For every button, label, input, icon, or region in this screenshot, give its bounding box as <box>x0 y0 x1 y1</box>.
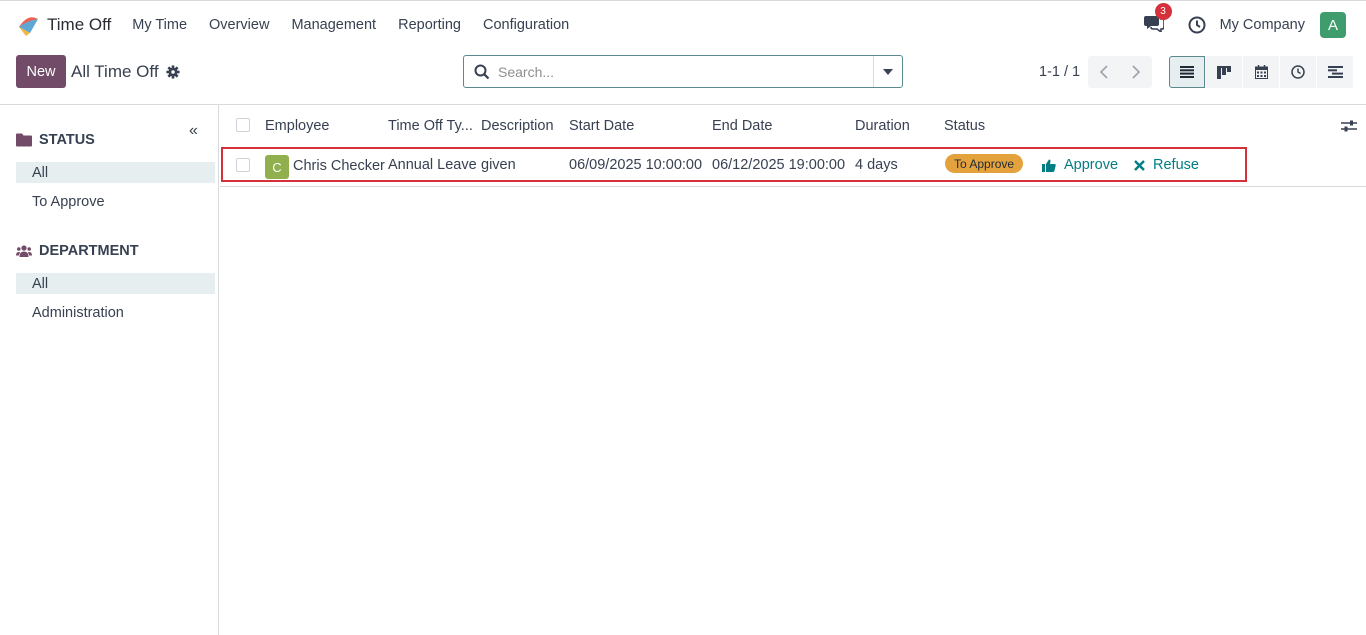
cell-end-date[interactable]: 06/12/2025 19:00:00 <box>712 157 845 173</box>
department-filter-administration[interactable]: Administration <box>16 302 215 323</box>
menu-reporting[interactable]: Reporting <box>398 17 461 33</box>
status-section-title: STATUS <box>16 132 95 148</box>
view-switcher <box>1169 56 1354 88</box>
cell-time-off-type[interactable]: Annual Leave <box>388 157 477 173</box>
column-header-employee[interactable]: Employee <box>265 118 329 134</box>
time-off-app-icon <box>19 16 38 36</box>
calendar-icon <box>1254 65 1268 79</box>
refuse-label: Refuse <box>1153 157 1199 173</box>
page-title: All Time Off <box>71 62 159 81</box>
column-header-end-date[interactable]: End Date <box>712 118 772 134</box>
column-header-description[interactable]: Description <box>481 118 554 134</box>
column-header-time-off-type[interactable]: Time Off Ty... <box>388 118 473 134</box>
department-title-label: DEPARTMENT <box>39 243 139 259</box>
list-view-button[interactable] <box>1169 56 1205 88</box>
cell-employee[interactable]: Chris Checker <box>293 158 385 174</box>
column-header-status[interactable]: Status <box>944 118 985 134</box>
chevron-left-icon <box>1100 65 1108 79</box>
main-menu: My Time Overview Management Reporting Co… <box>132 17 591 33</box>
search-bar <box>463 55 903 88</box>
search-icon <box>474 64 490 79</box>
column-header-duration[interactable]: Duration <box>855 118 910 134</box>
activity-clock-icon[interactable] <box>1188 16 1206 34</box>
menu-management[interactable]: Management <box>291 17 376 33</box>
cell-start-date[interactable]: 06/09/2025 10:00:00 <box>569 157 702 173</box>
top-navbar: Time Off My Time Overview Management Rep… <box>0 0 1366 48</box>
gantt-icon <box>1327 66 1343 78</box>
status-badge: To Approve <box>945 154 1024 173</box>
cell-description[interactable]: given <box>481 157 516 173</box>
pager-value[interactable]: 1-1 / 1 <box>1039 64 1080 80</box>
list-icon <box>1180 66 1194 78</box>
column-header-start-date[interactable]: Start Date <box>569 118 634 134</box>
row-checkbox[interactable] <box>236 158 250 172</box>
user-avatar[interactable]: A <box>1320 12 1346 38</box>
activity-view-button[interactable] <box>1280 56 1316 88</box>
messaging-button[interactable]: 3 <box>1143 3 1172 36</box>
select-all-checkbox[interactable] <box>236 118 250 132</box>
pager-previous-button[interactable] <box>1088 56 1120 88</box>
message-count-badge: 3 <box>1154 3 1172 20</box>
systray: 3 My Company A <box>1143 1 1346 49</box>
new-button[interactable]: New <box>16 55 66 88</box>
gantt-view-button[interactable] <box>1317 56 1353 88</box>
kanban-icon <box>1217 65 1231 79</box>
clock-icon <box>1291 65 1305 79</box>
thumbs-up-icon <box>1042 159 1056 172</box>
menu-overview[interactable]: Overview <box>209 17 269 33</box>
approve-label: Approve <box>1064 157 1119 173</box>
refuse-button[interactable]: Refuse <box>1134 157 1199 173</box>
collapse-sidebar-button[interactable]: « <box>189 122 198 140</box>
approve-button[interactable]: Approve <box>1042 157 1118 173</box>
department-filter-all[interactable]: All <box>16 273 215 294</box>
department-section-title: DEPARTMENT <box>16 243 139 259</box>
app-name: Time Off <box>47 14 112 34</box>
search-panel: « STATUS All To Approve DEPARTMENT All A… <box>0 105 219 635</box>
optional-columns-icon[interactable] <box>1341 119 1357 133</box>
app-brand[interactable]: Time Off <box>16 13 111 37</box>
kanban-view-button[interactable] <box>1206 56 1242 88</box>
breadcrumb: All Time Off <box>71 62 180 82</box>
pager-next-button[interactable] <box>1120 56 1152 88</box>
users-icon <box>16 245 32 257</box>
chevron-right-icon <box>1132 65 1140 79</box>
menu-my-time[interactable]: My Time <box>132 17 187 33</box>
search-input[interactable] <box>498 57 873 86</box>
status-title-label: STATUS <box>39 132 95 148</box>
search-options-toggle[interactable] <box>873 56 902 87</box>
calendar-view-button[interactable] <box>1243 56 1279 88</box>
close-icon <box>1134 159 1145 171</box>
status-filter-to-approve[interactable]: To Approve <box>16 191 215 212</box>
menu-configuration[interactable]: Configuration <box>483 17 569 33</box>
folder-icon <box>16 133 32 147</box>
cell-duration[interactable]: 4 days <box>855 157 898 173</box>
gear-icon[interactable] <box>165 65 180 79</box>
company-switcher[interactable]: My Company <box>1220 17 1305 33</box>
employee-avatar: C <box>265 155 289 179</box>
caret-down-icon <box>883 68 893 75</box>
status-filter-all[interactable]: All <box>16 162 215 183</box>
